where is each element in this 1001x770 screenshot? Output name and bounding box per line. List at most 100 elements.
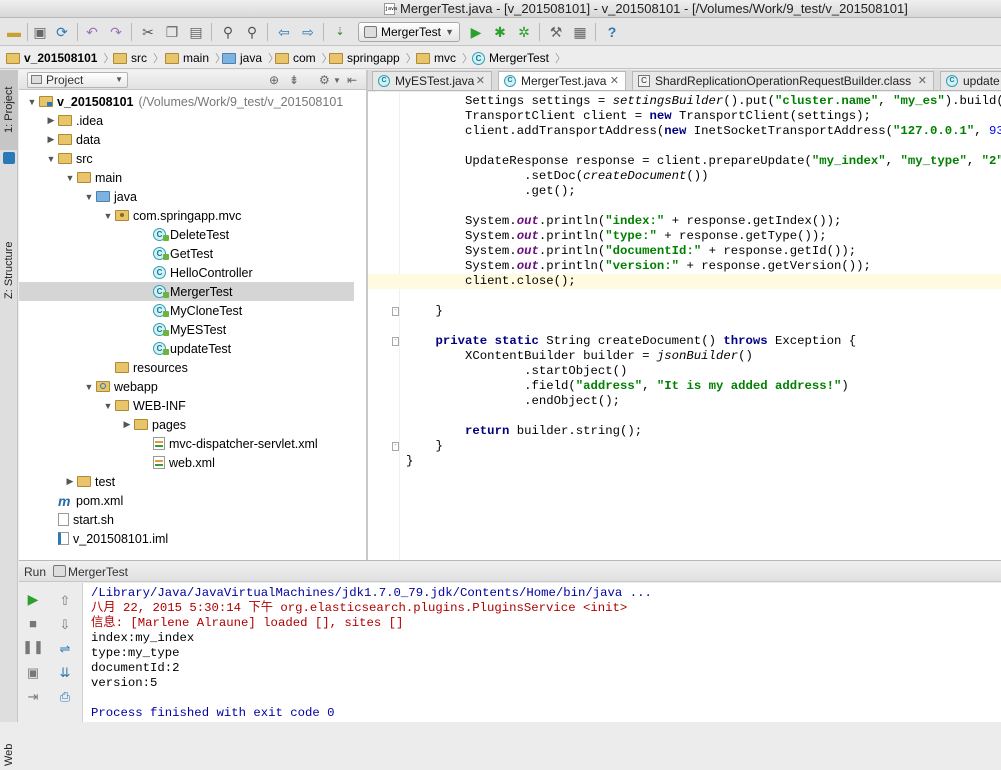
breadcrumb-item-mvc[interactable]: mvc 〉 (416, 50, 473, 66)
project-tool-icon[interactable] (3, 152, 15, 164)
close-icon[interactable]: ✕ (918, 72, 927, 90)
replace-icon[interactable]: ⚲ (242, 22, 262, 42)
tab-structure[interactable]: Z: Structure (0, 230, 18, 310)
collapse-all-icon[interactable]: ⇟ (289, 73, 299, 87)
soft-wrap-icon[interactable]: ⇌ (57, 641, 73, 657)
tree-item[interactable]: start.sh (19, 510, 354, 529)
expanded-arrow-icon[interactable]: ▼ (101, 211, 115, 221)
tree-item[interactable]: ▶ .idea (19, 111, 354, 130)
tab-shardreplication[interactable]: C ShardReplicationOperationRequestBuilde… (632, 71, 934, 90)
expanded-arrow-icon[interactable]: ▼ (63, 173, 77, 183)
tree-item[interactable]: C MyESTest (19, 320, 354, 339)
tab-project[interactable]: 1: Project (0, 70, 18, 150)
gear-icon[interactable]: ⚙ (319, 73, 330, 87)
tree-item[interactable]: ▼ com.springapp.mvc (19, 206, 354, 225)
tree-item-label: v_201508101.iml (73, 531, 169, 546)
tree-item[interactable]: C DeleteTest (19, 225, 354, 244)
collapsed-arrow-icon[interactable]: ▶ (44, 115, 58, 126)
breadcrumb-item-springapp[interactable]: springapp 〉 (329, 50, 417, 66)
run-configuration-dropdown[interactable]: MergerTest ▼ (358, 22, 460, 42)
tree-item[interactable]: CupdateTest (19, 339, 354, 358)
code-editor[interactable]: --- Settings settings = settingsBuilder(… (368, 92, 1001, 560)
print-icon[interactable]: ⎙ (57, 689, 73, 705)
back-icon[interactable]: ⇦ (274, 22, 294, 42)
console-line: /Library/Java/JavaVirtualMachines/jdk1.7… (91, 586, 652, 600)
paste-icon[interactable]: ▤ (186, 22, 206, 42)
breadcrumb-label: springapp (347, 51, 400, 65)
close-icon[interactable]: ✕ (476, 72, 485, 90)
pause-icon[interactable]: ❚❚ (22, 639, 44, 655)
scroll-to-end-icon[interactable]: ⇊ (57, 665, 73, 681)
run-icon[interactable]: ▶ (466, 22, 486, 42)
expanded-arrow-icon[interactable]: ▼ (82, 382, 96, 392)
close-icon[interactable]: ✕ (610, 72, 619, 90)
tree-item[interactable]: ▼ WEB-INF (19, 396, 354, 415)
collapsed-arrow-icon[interactable]: ▶ (63, 476, 77, 487)
tree-item[interactable]: C HelloController (19, 263, 354, 282)
tree-item[interactable]: v_201508101.iml (19, 529, 354, 548)
tree-item[interactable]: web.xml (19, 453, 354, 472)
hide-panel-icon[interactable]: ⇤ (347, 73, 357, 87)
sync-icon[interactable]: ⟳ (52, 22, 72, 42)
breadcrumb-item-class[interactable]: C MergerTest 〉 (472, 50, 566, 66)
tree-item[interactable]: ▼ main (19, 168, 354, 187)
tree-item[interactable]: resources (19, 358, 354, 377)
tree-item[interactable]: ▶ data (19, 130, 354, 149)
redo-icon[interactable]: ↷ (106, 22, 126, 42)
project-view-selector[interactable]: Project ▼ (27, 72, 128, 88)
package-icon (115, 210, 129, 221)
debug-icon[interactable]: ✱ (490, 22, 510, 42)
tree-item[interactable]: ▶ pages (19, 415, 354, 434)
tab-myestest[interactable]: C MyESTest.java ✕ (372, 71, 492, 90)
breadcrumb-item-root[interactable]: v_201508101 〉 (6, 50, 114, 66)
scroll-down-icon[interactable]: ⇩ (57, 617, 73, 633)
cut-icon[interactable]: ✂ (138, 22, 158, 42)
forward-icon[interactable]: ⇨ (298, 22, 318, 42)
find-icon[interactable]: ⚲ (218, 22, 238, 42)
breadcrumb-item-main[interactable]: main 〉 (165, 50, 226, 66)
tab-update[interactable]: C update (940, 71, 1001, 90)
tree-item[interactable]: C MergerTest (19, 282, 354, 301)
coverage-icon[interactable]: ✲ (514, 22, 534, 42)
scroll-from-source-icon[interactable]: ⊕ (269, 73, 279, 87)
help-icon[interactable]: ? (602, 22, 622, 42)
run-config-label: MergerTest (381, 25, 442, 39)
tab-mergertest[interactable]: C MergerTest.java ✕ (498, 71, 626, 90)
save-icon[interactable]: ▣ (30, 22, 50, 42)
collapsed-arrow-icon[interactable]: ▶ (44, 134, 58, 145)
breadcrumb-item-java[interactable]: java 〉 (222, 50, 279, 66)
open-folder-icon[interactable]: ▬ (4, 22, 24, 42)
expanded-arrow-icon[interactable]: ▼ (44, 154, 58, 164)
navigation-breadcrumb: v_201508101 〉 src 〉 main 〉 java 〉 com 〉 sprin… (0, 47, 1001, 69)
scroll-up-icon[interactable]: ⇧ (57, 593, 73, 609)
breadcrumb-item-src[interactable]: src 〉 (113, 50, 164, 66)
breadcrumb-item-com[interactable]: com 〉 (275, 50, 333, 66)
chevron-down-icon[interactable]: ▼ (333, 76, 341, 85)
tree-item[interactable]: m pom.xml (19, 491, 354, 510)
project-structure-icon[interactable]: ▦ (570, 22, 590, 42)
expanded-arrow-icon[interactable]: ▼ (82, 192, 96, 202)
console-output[interactable]: /Library/Java/JavaVirtualMachines/jdk1.7… (82, 583, 1001, 722)
copy-icon[interactable]: ❐ (162, 22, 182, 42)
tab-web[interactable]: Web (0, 740, 18, 770)
tree-item[interactable]: ▶ test (19, 472, 354, 491)
tree-item[interactable]: ▼ java (19, 187, 354, 206)
tree-item[interactable]: C GetTest (19, 244, 354, 263)
expanded-arrow-icon[interactable]: ▼ (101, 401, 115, 411)
tree-item[interactable]: ▼ webapp (19, 377, 354, 396)
tree-item[interactable]: C MyCloneTest (19, 301, 354, 320)
stop-icon[interactable]: ■ (25, 615, 41, 631)
settings-icon[interactable]: ⚒ (546, 22, 566, 42)
run-panel-label: Run (24, 565, 47, 579)
tree-item-label: main (95, 170, 123, 185)
tree-item[interactable]: ▼ src (19, 149, 354, 168)
undo-icon[interactable]: ↶ (82, 22, 102, 42)
collapsed-arrow-icon[interactable]: ▶ (120, 419, 134, 430)
tree-item[interactable]: mvc-dispatcher-servlet.xml (19, 434, 354, 453)
dump-threads-icon[interactable]: ▣ (25, 665, 41, 681)
expanded-arrow-icon[interactable]: ▼ (25, 97, 39, 107)
rerun-icon[interactable]: ▶ (25, 591, 41, 607)
tree-item[interactable]: ▼ v_201508101 (/Volumes/Work/9_test/v_2015… (19, 92, 354, 111)
make-project-icon[interactable]: ⇣ (330, 22, 350, 42)
exit-icon[interactable]: ⇥ (25, 689, 41, 705)
